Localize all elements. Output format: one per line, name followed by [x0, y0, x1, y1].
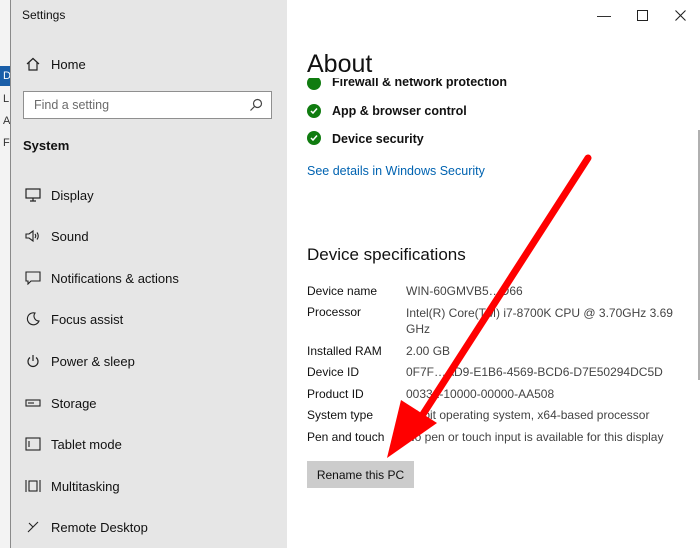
spec-value: WIN-60GMVB5…D66 [406, 284, 523, 298]
search-icon [249, 98, 263, 117]
maximize-icon [636, 10, 648, 21]
rename-pc-button[interactable]: Rename this PC [307, 461, 414, 488]
sidebar-item-multitasking[interactable]: Multitasking [11, 468, 287, 504]
sidebar-item-label: Power & sleep [51, 353, 135, 369]
spec-value: 2.00 GB [406, 344, 451, 358]
sidebar-item-power-sleep[interactable]: Power & sleep [11, 343, 287, 379]
sidebar-item-label: Sound [51, 228, 89, 244]
sidebar-item-storage[interactable]: Storage [11, 385, 287, 421]
speaker-icon [23, 226, 43, 246]
storage-icon [23, 393, 43, 413]
background-letter: D [3, 70, 11, 82]
security-item-label: Firewall & network protection [332, 78, 508, 89]
page-title: About [307, 50, 373, 78]
check-icon [307, 131, 321, 145]
sidebar-item-label: Notifications & actions [51, 270, 179, 286]
search-input[interactable]: Find a setting [23, 91, 272, 119]
sidebar-item-label: Tablet mode [51, 436, 122, 452]
spec-value: Intel(R) Core(TM) i7-8700K CPU @ 3.70GHz… [406, 306, 673, 336]
spec-value: 64-bit operating system, x64-based proce… [406, 408, 650, 422]
sidebar-item-tablet-mode[interactable]: Tablet mode [11, 426, 287, 462]
spec-value: No pen or touch input is available for t… [406, 430, 664, 444]
multitasking-icon [23, 476, 43, 496]
about-page: — About Firewall & network protection Ap… [287, 0, 700, 548]
security-item-label: Device security [332, 132, 424, 146]
display-icon [23, 185, 43, 205]
windows-security-link[interactable]: See details in Windows Security [307, 164, 485, 178]
close-button[interactable] [670, 7, 690, 24]
check-icon [307, 78, 321, 90]
sidebar-item-notifications[interactable]: Notifications & actions [11, 260, 287, 296]
spec-key: Product ID [307, 387, 364, 401]
sidebar-item-label: Remote Desktop [51, 519, 148, 535]
sidebar-item-focus-assist[interactable]: Focus assist [11, 301, 287, 337]
background-letter: A [3, 115, 11, 127]
search-placeholder: Find a setting [34, 98, 110, 112]
sidebar-item-label: Home [51, 56, 86, 72]
security-item-clipped: Firewall & network protection [287, 78, 667, 90]
close-icon [674, 10, 686, 21]
home-icon [23, 54, 43, 74]
settings-window: Settings Home Find a setting System Disp… [11, 0, 700, 548]
spec-value: 0F7F…AD9-E1B6-4569-BCD6-D7E50294DC5D [406, 365, 663, 379]
sidebar-item-home[interactable]: Home [11, 46, 287, 82]
spec-key: Device ID [307, 365, 360, 379]
sidebar-item-remote-desktop[interactable]: Remote Desktop [11, 509, 287, 545]
background-letter: L [3, 93, 10, 105]
message-icon [23, 268, 43, 288]
remote-desktop-icon [23, 517, 43, 537]
sidebar-item-label: Focus assist [51, 311, 124, 327]
spec-key: Installed RAM [307, 344, 382, 358]
sidebar: Settings Home Find a setting System Disp… [11, 0, 287, 548]
device-specifications-heading: Device specifications [307, 245, 466, 264]
maximize-button[interactable] [632, 7, 652, 24]
spec-key: Pen and touch [307, 430, 385, 444]
power-icon [23, 351, 43, 371]
sidebar-item-sound[interactable]: Sound [11, 218, 287, 254]
background-letter: F [3, 137, 10, 149]
sidebar-item-display[interactable]: Display [11, 177, 287, 213]
sidebar-item-label: Display [51, 187, 94, 203]
window-title: Settings [22, 8, 66, 22]
spec-value: 00331-10000-00000-AA508 [406, 387, 555, 401]
section-heading: System [23, 138, 70, 153]
sidebar-item-label: Multitasking [51, 478, 120, 494]
minimize-button[interactable]: — [594, 7, 614, 23]
moon-icon [23, 309, 43, 329]
sidebar-item-label: Storage [51, 395, 97, 411]
spec-key: System type [307, 408, 374, 422]
spec-key: Processor [307, 305, 362, 319]
spec-key: Device name [307, 284, 378, 298]
tablet-icon [23, 434, 43, 454]
check-icon [307, 104, 321, 118]
security-item-label: App & browser control [332, 104, 467, 118]
